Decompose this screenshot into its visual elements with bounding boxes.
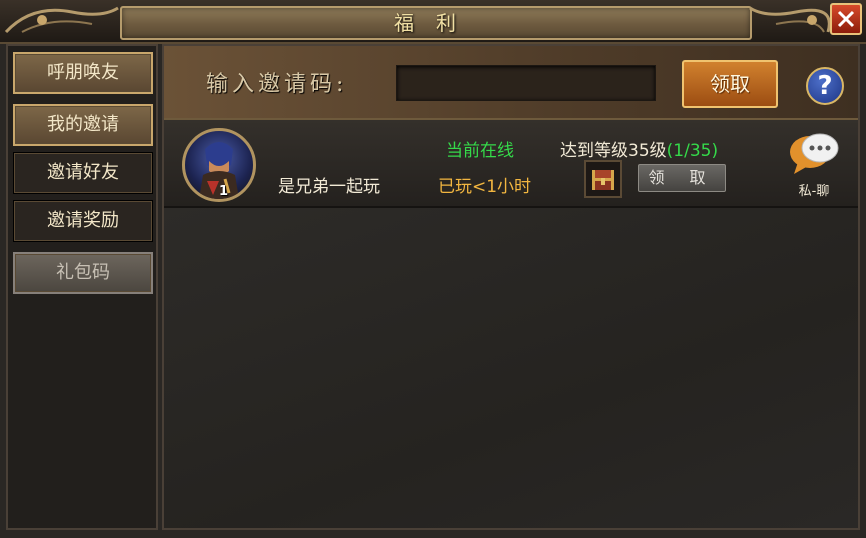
welfare-window: 福利 呼朋唤友 我的邀请 邀请好友 邀请奖励 礼包码 输入邀请码: 领取 ? 1… — [0, 0, 866, 538]
sidebar-item-call-friends[interactable]: 呼朋唤友 — [13, 52, 153, 94]
title-plate: 福利 — [120, 6, 752, 40]
invite-list-area — [164, 208, 858, 528]
question-mark-icon[interactable]: ? — [806, 67, 844, 105]
goal-requirement: 达到等级35级(1/35) — [560, 136, 718, 161]
friend-name: 是兄弟一起玩 — [278, 177, 380, 197]
goal-text: 达到等级35级 — [560, 141, 667, 161]
claim-invite-button[interactable]: 领取 — [682, 60, 778, 108]
sidebar-item-my-invites[interactable]: 我的邀请 — [13, 104, 153, 146]
close-x-icon — [837, 10, 855, 28]
sidebar-item-gift-code[interactable]: 礼包码 — [13, 252, 153, 294]
title-bar: 福利 — [0, 0, 866, 44]
avatar-level: 1 — [219, 184, 229, 199]
sidebar: 呼朋唤友 我的邀请 邀请好友 邀请奖励 礼包码 — [6, 44, 158, 530]
invite-code-bar: 输入邀请码: 领取 ? — [164, 46, 858, 120]
invite-code-label: 输入邀请码: — [206, 72, 348, 97]
list-item: 1 是兄弟一起玩 当前在线 已玩<1小时 达到等级35级(1/35) 领 取 私… — [164, 120, 858, 208]
private-chat-button[interactable]: 私-聊 — [784, 128, 844, 200]
private-chat-label: 私-聊 — [798, 184, 830, 199]
invite-code-input[interactable] — [396, 65, 656, 101]
reward-chest[interactable] — [584, 160, 622, 198]
window-title: 福利 — [394, 11, 478, 35]
goal-progress: (1/35) — [666, 141, 719, 161]
claim-reward-button[interactable]: 领 取 — [638, 164, 726, 192]
sidebar-item-invite-friends[interactable]: 邀请好友 — [13, 152, 153, 194]
sidebar-item-invite-rewards[interactable]: 邀请奖励 — [13, 200, 153, 242]
online-status: 当前在线 — [446, 141, 514, 161]
treasure-chest-icon — [592, 170, 614, 190]
main-panel: 输入邀请码: 领取 ? 1 是兄弟一起玩 当前在线 已玩<1小时 达到等级35级… — [162, 44, 860, 530]
speech-bubble-icon — [790, 133, 839, 174]
left-ornament-icon — [4, 6, 119, 34]
played-time: 已玩<1小时 — [438, 177, 532, 197]
avatar[interactable]: 1 — [182, 128, 256, 202]
close-button[interactable] — [830, 3, 862, 35]
